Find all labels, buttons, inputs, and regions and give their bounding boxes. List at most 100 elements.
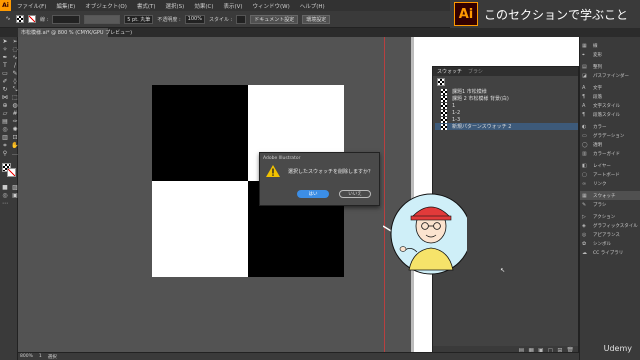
draw-mode-icon[interactable]: ◎	[1, 193, 9, 199]
width-tool-icon[interactable]: ⋈	[1, 95, 9, 101]
perspective-tool-icon[interactable]: ▱	[1, 111, 9, 117]
blend-tool-icon[interactable]: ◎	[1, 127, 9, 133]
edit-toolbar-icon[interactable]: ⋯	[1, 201, 9, 207]
menu-window[interactable]: ウィンドウ(W)	[253, 2, 290, 10]
slice-tool-icon[interactable]: ⌗	[1, 143, 9, 149]
brush-select[interactable]: 5 pt. 丸筆	[124, 14, 154, 24]
brush-icon: ✎	[582, 201, 587, 208]
swatch-item[interactable]: 1-3	[435, 116, 578, 123]
dock-item-links[interactable]: ∞ リンク	[580, 179, 640, 188]
tools-panel: ➤ ➢ ✧ ◌ ✒ ∿ T / ▭ ✎ ✐ ◊ ↻ ⤡ ⋈ ⬚ ⊕ ◍ ▱ # …	[0, 37, 19, 360]
transparency-icon: ◯	[582, 141, 588, 148]
dock-item-transparency[interactable]: ◯ 透明	[580, 140, 640, 149]
dock-item-graphic-styles[interactable]: ◈ グラフィックスタイル	[580, 221, 640, 230]
no-button[interactable]: いいえ	[339, 190, 371, 198]
dock-item-color-guide[interactable]: ▥ カラーガイド	[580, 149, 640, 158]
status-bar: 800% 1 選択	[18, 352, 579, 360]
align-icon: ▤	[582, 63, 587, 70]
dock-item-layers[interactable]: ◧ レイヤー	[580, 161, 640, 170]
dock-item-cc-libraries[interactable]: ☁ CC ライブラリ	[580, 248, 640, 257]
shape-builder-tool-icon[interactable]: ⊕	[1, 103, 9, 109]
dock-item-swatches[interactable]: ▦ スウォッチ	[580, 191, 640, 200]
swatches-panel-tabs: スウォッチ ブラシ	[433, 67, 578, 76]
menu-effect[interactable]: 効果(C)	[194, 2, 213, 10]
menu-type[interactable]: 書式(T)	[137, 2, 156, 10]
dock-item-paragraph-style[interactable]: ¶ 段落スタイル	[580, 110, 640, 119]
color-guide-icon: ▥	[582, 150, 587, 157]
dock-item-transform[interactable]: ⌖ 変形	[580, 50, 640, 59]
opacity-field[interactable]: 100%	[184, 14, 205, 24]
dock-item-paragraph[interactable]: ¶ 段落	[580, 92, 640, 101]
dialog-body: 選択したスウォッチを削除しますか？	[260, 163, 379, 179]
color-mode-icon[interactable]: ■	[1, 185, 9, 191]
artboard-icon: ▢	[582, 171, 587, 178]
shaper-tool-icon[interactable]: ✐	[1, 79, 9, 85]
lesson-title: このセクションで学ぶこと	[484, 7, 629, 22]
fill-swatch[interactable]	[16, 15, 24, 23]
variable-width-field[interactable]	[84, 14, 121, 24]
dock-item-appearance[interactable]: ◎ アピアランス	[580, 230, 640, 239]
dock-item-gradient[interactable]: ▭ グラデーション	[580, 131, 640, 140]
swatch-item[interactable]: 1	[435, 102, 578, 109]
menu-edit[interactable]: 編集(E)	[56, 2, 75, 10]
preferences-button[interactable]: 環境設定	[302, 14, 331, 24]
dock-item-character[interactable]: A 文字	[580, 83, 640, 92]
dock-item-character-style[interactable]: A 文字スタイル	[580, 101, 640, 110]
yes-button[interactable]: はい	[297, 190, 329, 198]
dock-item-symbols[interactable]: ✿ シンボル	[580, 239, 640, 248]
illustrator-logo: Ai	[454, 2, 478, 26]
document-settings-button[interactable]: ドキュメント設定	[250, 14, 299, 24]
magic-wand-tool-icon[interactable]: ✧	[1, 47, 9, 53]
swatch-item-selected[interactable]: 新規パターンスウォッチ 2	[435, 123, 578, 130]
document-tab[interactable]: 市松模様.ai* @ 800 % (CMYK/GPU プレビュー)	[18, 28, 132, 37]
stroke-color-box[interactable]	[7, 168, 16, 177]
char-style-icon: A	[582, 102, 586, 109]
swatch-item[interactable]: 1-2	[435, 109, 578, 116]
dock-item-align[interactable]: ▤ 整列	[580, 62, 640, 71]
menu-view[interactable]: 表示(V)	[223, 2, 242, 10]
fill-stroke-widget[interactable]	[0, 163, 17, 183]
dock-item-label: 透明	[593, 142, 602, 148]
menu-object[interactable]: オブジェクト(O)	[85, 2, 127, 10]
graphic-style-icon: ◈	[582, 222, 586, 229]
gradient-tool-icon[interactable]: ▤	[1, 119, 9, 125]
menu-help[interactable]: ヘルプ(H)	[300, 2, 325, 10]
path-icon[interactable]: ∿	[4, 16, 12, 22]
swatch-item[interactable]: 課題1 市松模様	[435, 88, 578, 95]
type-tool-icon[interactable]: T	[1, 63, 9, 69]
dock-item-label: リンク	[593, 181, 607, 187]
menu-select[interactable]: 選択(S)	[166, 2, 185, 10]
menu-file[interactable]: ファイル(F)	[17, 2, 46, 10]
dock-item-label: 変形	[593, 52, 602, 58]
dock-item-color[interactable]: ◐ カラー	[580, 122, 640, 131]
dock-item-label: カラー	[593, 124, 607, 130]
dock-item-stroke[interactable]: ▦ 線	[580, 41, 640, 50]
selection-tool-icon[interactable]: ➤	[1, 39, 9, 45]
artboard-number[interactable]: 1	[39, 354, 42, 359]
checker-square-white-bottom-left[interactable]	[152, 181, 248, 277]
dock-item-artboards[interactable]: ▢ アートボード	[580, 170, 640, 179]
zoom-tool-icon[interactable]: ⚲	[1, 151, 9, 157]
style-select[interactable]	[236, 14, 247, 24]
dock-item-pathfinder[interactable]: ◪ パスファインダー	[580, 71, 640, 80]
dock-item-actions[interactable]: ▷ アクション	[580, 212, 640, 221]
stroke-weight-field[interactable]	[52, 14, 81, 24]
checker-square-black-top-left[interactable]	[152, 85, 248, 181]
tab-swatches[interactable]: スウォッチ	[437, 68, 462, 75]
text-icon: A	[582, 84, 586, 91]
dock-item-label: ブラシ	[593, 202, 607, 208]
zoom-level[interactable]: 800%	[20, 354, 33, 359]
rectangle-tool-icon[interactable]: ▭	[1, 71, 9, 77]
current-fill-preview[interactable]	[437, 78, 445, 86]
dock-item-label: 整列	[593, 64, 602, 70]
graph-tool-icon[interactable]: ▥	[1, 135, 9, 141]
dialog-title: Adobe Illustrator	[263, 155, 301, 161]
pen-tool-icon[interactable]: ✒	[1, 55, 9, 61]
stroke-swatch[interactable]	[28, 15, 36, 23]
tab-brushes[interactable]: ブラシ	[468, 68, 483, 75]
dock-item-label: アピアランス	[593, 232, 620, 238]
rotate-tool-icon[interactable]: ↻	[1, 87, 9, 93]
swatch-item[interactable]: 課題 2 市松模様 背景(白)	[435, 95, 578, 102]
dock-item-label: アクション	[593, 214, 616, 220]
dock-item-brushes[interactable]: ✎ ブラシ	[580, 200, 640, 209]
